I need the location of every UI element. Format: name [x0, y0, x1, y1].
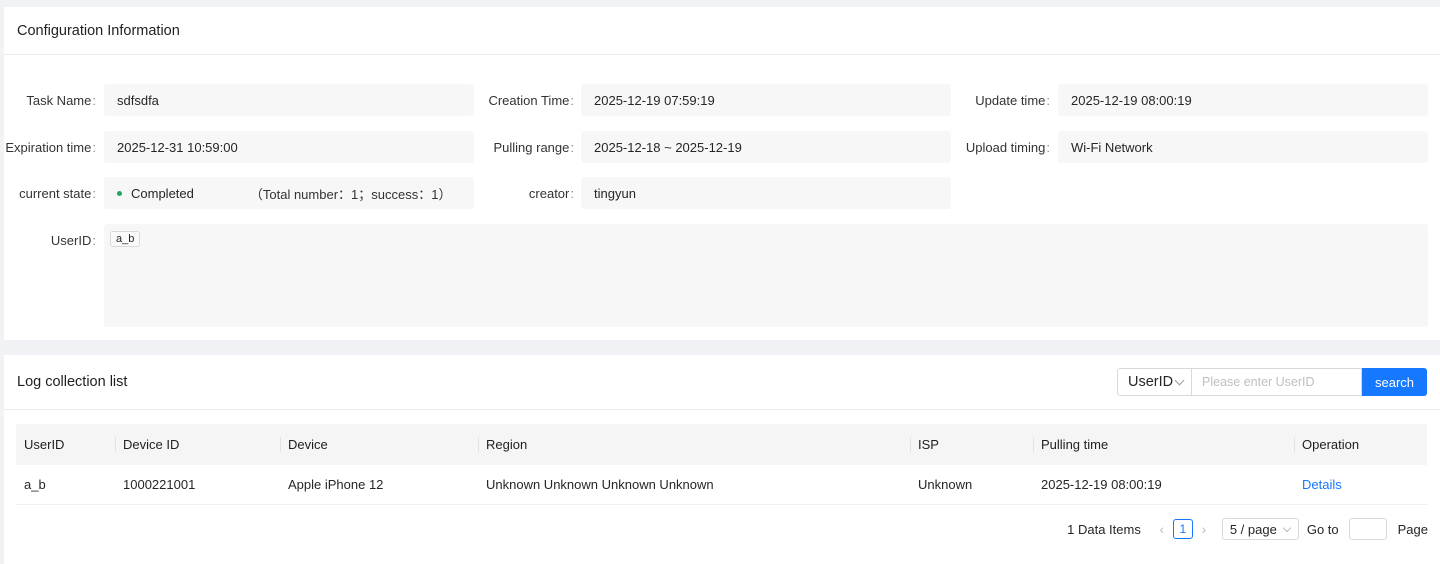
table-row: a_b 1000221001 Apple iPhone 12 Unknown U… — [16, 465, 1427, 505]
cell-isp: Unknown — [918, 477, 973, 492]
column-header-operation: Operation — [1294, 424, 1427, 465]
goto-label: Go to — [1306, 521, 1339, 537]
cell-device: Apple iPhone 12 — [288, 477, 384, 492]
search-field-select[interactable]: UserID — [1117, 368, 1191, 396]
creation-time-value: 2025-12-19 07:59:19 — [581, 84, 951, 116]
cell-device-id: 1000221001 — [123, 477, 196, 492]
pulling-range-label: Pulling range: — [493, 140, 574, 155]
upload-timing-value: Wi-Fi Network — [1058, 131, 1428, 163]
configuration-title: Configuration Information — [4, 7, 1440, 55]
table-header: UserID Device ID Device Region ISP Pulli… — [16, 424, 1427, 465]
userid-label: UserID: — [50, 233, 96, 248]
pulling-range-value: 2025-12-18 ~ 2025-12-19 — [581, 131, 951, 163]
page-size-value: 5 / page — [1229, 521, 1277, 537]
creator-value: tingyun — [581, 177, 951, 209]
userid-tag: a_b — [110, 231, 141, 247]
page-size-select[interactable]: 5 / page — [1221, 518, 1299, 540]
goto-page-input[interactable] — [1348, 518, 1387, 540]
details-link[interactable]: Details — [1302, 477, 1342, 492]
creator-label: creator: — [528, 186, 574, 201]
current-state-value: Completed （Total number：1；success：1） — [104, 177, 474, 209]
column-header-region: Region — [478, 424, 910, 465]
column-header-isp: ISP — [910, 424, 1033, 465]
column-header-userid: UserID — [24, 437, 65, 452]
log-title: Log collection list — [17, 374, 128, 390]
cell-region: Unknown Unknown Unknown Unknown — [486, 477, 714, 492]
update-time-value: 2025-12-19 08:00:19 — [1058, 84, 1428, 116]
pagination-total: 1 Data Items — [1067, 521, 1141, 537]
configuration-card: Configuration Information Task Name: sdf… — [4, 7, 1440, 340]
pagination-page-1[interactable]: 1 — [1172, 519, 1193, 539]
column-header-device: Device — [280, 424, 478, 465]
pagination: 1 Data Items ‹ 1 › 5 / page Go to Page — [1067, 518, 1428, 540]
upload-timing-label: Upload timing: — [965, 140, 1050, 155]
task-name-label: Task Name: — [26, 93, 96, 108]
page-label: Page — [1397, 521, 1428, 537]
search-field-select-value: UserID — [1128, 374, 1174, 390]
log-table: UserID Device ID Device Region ISP Pulli… — [16, 424, 1427, 505]
task-name-value: sdfsdfa — [104, 84, 474, 116]
update-time-label: Update time: — [975, 93, 1050, 108]
status-counts: （Total number：1；success：1） — [249, 186, 452, 202]
chevron-down-icon — [1174, 375, 1185, 385]
status-text: Completed — [131, 185, 194, 201]
status-dot-icon — [117, 190, 122, 196]
log-collection-card: Log collection list UserID search UserID… — [4, 355, 1440, 564]
expiration-time-value: 2025-12-31 10:59:00 — [104, 131, 474, 163]
column-header-device-id: Device ID — [115, 424, 280, 465]
expiration-time-label: Expiration time: — [5, 140, 96, 155]
current-state-label: current state: — [19, 186, 96, 201]
cell-operation: Details — [1294, 465, 1427, 504]
column-header-pulling-time: Pulling time — [1033, 424, 1294, 465]
search-button[interactable]: search — [1362, 368, 1427, 396]
chevron-left-icon[interactable]: ‹ — [1154, 521, 1170, 537]
cell-userid: a_b — [24, 477, 46, 492]
chevron-down-icon — [1282, 523, 1292, 532]
userid-tag-box: a_b — [104, 224, 1428, 327]
chevron-right-icon[interactable]: › — [1196, 521, 1212, 537]
log-header: Log collection list UserID search — [4, 355, 1440, 410]
search-input[interactable] — [1191, 368, 1362, 396]
search-group: UserID search — [1117, 368, 1427, 396]
creation-time-label: Creation Time: — [488, 93, 574, 108]
cell-pulling-time: 2025-12-19 08:00:19 — [1041, 477, 1162, 492]
